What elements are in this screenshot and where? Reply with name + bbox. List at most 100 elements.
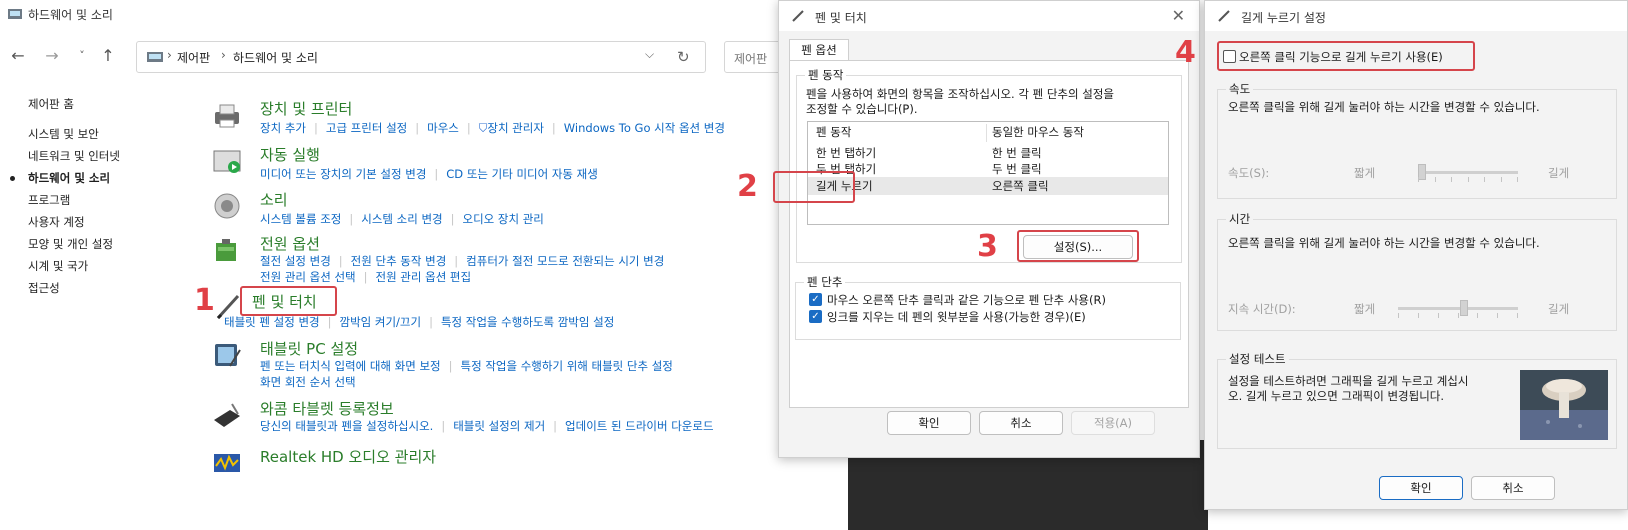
- short-label: 짧게: [1354, 302, 1376, 316]
- column-header-mouse[interactable]: 동일한 마우스 동작: [992, 124, 1084, 140]
- nav-ease-of-access[interactable]: 접근성: [28, 280, 60, 296]
- link-flicks-settings[interactable]: 특정 작업을 수행하도록 깜박임 설정: [441, 315, 614, 329]
- tab-pen-options[interactable]: 펜 옵션: [789, 39, 849, 61]
- link-sleep-settings[interactable]: 절전 설정 변경: [260, 254, 331, 268]
- slider-thumb[interactable]: [1460, 300, 1468, 316]
- category-links: 펜 또는 터치식 입력에 대해 화면 보정 | 특정 작업을 수행하기 위해 태블릿…: [260, 359, 673, 373]
- nav-appearance[interactable]: 모양 및 개인 설정: [28, 236, 113, 252]
- list-item-selected[interactable]: 길게 누르기 오른쪽 클릭: [808, 177, 1168, 195]
- annotation-box-3: [1017, 230, 1139, 262]
- link-sleep-timing[interactable]: 컴퓨터가 절전 모드로 전환되는 시기 변경: [466, 254, 664, 268]
- navigation-bar: ← → ˅ ↑ › 제어판 › 하드웨어 및 소리 ⌵ ↻ 제어판: [0, 38, 780, 74]
- category-title[interactable]: 태블릿 PC 설정: [260, 338, 358, 359]
- link-add-device[interactable]: 장치 추가: [260, 121, 306, 135]
- slider-tick: [1517, 177, 1518, 182]
- cancel-button[interactable]: 취소: [1471, 476, 1555, 500]
- annotation-box-1: [240, 286, 337, 316]
- category-title[interactable]: 장치 및 프린터: [260, 98, 352, 119]
- link-choose-power-plan[interactable]: 전원 관리 옵션 선택: [260, 270, 356, 284]
- forward-arrow-icon[interactable]: →: [42, 46, 62, 66]
- link-volume[interactable]: 시스템 볼륨 조정: [260, 212, 341, 226]
- category-links: 미디어 또는 장치의 기본 설정 변경 | CD 또는 기타 미디어 자동 재생: [260, 167, 598, 181]
- nav-system-security[interactable]: 시스템 및 보안: [28, 126, 99, 142]
- link-mouse[interactable]: 마우스: [427, 121, 459, 135]
- link-device-manager[interactable]: 장치 관리자: [487, 121, 544, 135]
- breadcrumb-control-panel[interactable]: 제어판: [177, 49, 210, 66]
- recent-chevron-icon[interactable]: ˅: [72, 46, 92, 66]
- category-realtek: Realtek HD 오디오 관리자: [212, 446, 780, 476]
- window-title: 하드웨어 및 소리: [28, 8, 113, 22]
- nav-user-accounts[interactable]: 사용자 계정: [28, 214, 85, 230]
- nav-programs[interactable]: 프로그램: [28, 192, 70, 208]
- link-windows-to-go[interactable]: Windows To Go 시작 옵션 변경: [564, 121, 725, 135]
- speed-slider[interactable]: [1418, 162, 1518, 184]
- control-panel-window: 하드웨어 및 소리 ← → ˅ ↑ › 제어판 › 하드웨어 및 소리 ⌵ ↻ …: [0, 0, 780, 530]
- category-title[interactable]: 자동 실행: [260, 144, 320, 165]
- description-line: 조정할 수 있습니다(P).: [806, 102, 918, 116]
- description-line: 펜을 사용하여 화면의 항목을 조작하십시오. 각 펜 단추의 설정을: [806, 87, 1114, 101]
- category-title[interactable]: 전원 옵션: [260, 233, 320, 254]
- slider-tick: [1468, 177, 1469, 182]
- printer-icon: [215, 104, 239, 128]
- autoplay-icon: [213, 150, 241, 173]
- group-speed: 속도 오른쪽 클릭을 위해 길게 눌러야 하는 시간을 변경할 수 있습니다. …: [1217, 81, 1617, 199]
- nav-hardware-sound[interactable]: 하드웨어 및 소리: [28, 170, 110, 186]
- category-sound: 소리 시스템 볼륨 조정 | 시스템 소리 변경 | 오디오 장치 관리: [212, 189, 780, 229]
- link-media-defaults[interactable]: 미디어 또는 장치의 기본 설정 변경: [260, 167, 426, 181]
- checkbox-label[interactable]: 잉크를 지우는 데 펜의 윗부분을 사용(가능한 경우)(E): [827, 309, 1086, 325]
- nav-network-internet[interactable]: 네트워크 및 인터넷: [28, 148, 120, 164]
- link-advanced-printer[interactable]: 고급 프린터 설정: [326, 121, 407, 135]
- group-test-settings: 설정 테스트 설정을 테스트하려면 그래픽을 길게 누르고 계십시 오. 길게 …: [1217, 351, 1617, 449]
- link-power-button[interactable]: 전원 단추 동작 변경: [351, 254, 447, 268]
- test-graphic[interactable]: [1520, 370, 1608, 440]
- mouse-action-cell: 한 번 클릭: [992, 146, 1042, 160]
- address-dropdown-icon[interactable]: ⌵: [645, 47, 654, 62]
- nav-control-panel-home[interactable]: 제어판 홈: [28, 96, 74, 112]
- pen-action-cell: 한 번 탭하기: [816, 146, 877, 160]
- link-tablet-buttons[interactable]: 특정 작업을 수행하기 위해 태블릿 단추 설정: [461, 359, 673, 373]
- link-remove-tablet[interactable]: 태블릿 설정의 제거: [453, 419, 545, 433]
- battery-plug-icon: [216, 239, 236, 261]
- refresh-icon[interactable]: ↻: [677, 48, 690, 66]
- slider-thumb[interactable]: [1418, 164, 1426, 180]
- link-tablet-pen-settings[interactable]: 태블릿 펜 설정 변경: [224, 315, 320, 329]
- link-audio-devices[interactable]: 오디오 장치 관리: [463, 212, 544, 226]
- cancel-button[interactable]: 취소: [979, 411, 1063, 435]
- link-edit-power-plan[interactable]: 전원 관리 옵션 편집: [375, 270, 471, 284]
- category-title[interactable]: Realtek HD 오디오 관리자: [260, 446, 436, 467]
- annotation-marker-2: 2: [737, 169, 758, 204]
- checkbox-label[interactable]: 마우스 오른쪽 단추 클릭과 같은 기능으로 펜 단추 사용(R): [827, 292, 1106, 308]
- checkbox-right-click-button[interactable]: ✓: [809, 293, 822, 306]
- category-title[interactable]: 소리: [260, 189, 288, 210]
- category-wacom: 와콤 타블렛 등록정보 당신의 태블릿과 펜을 설정하십시오. | 태블릿 설정의 …: [212, 398, 780, 438]
- back-arrow-icon[interactable]: ←: [8, 46, 28, 66]
- annotation-marker-1: 1: [194, 283, 215, 318]
- duration-slider[interactable]: [1398, 298, 1518, 320]
- ok-button[interactable]: 확인: [1379, 476, 1463, 500]
- up-arrow-icon[interactable]: ↑: [98, 46, 118, 66]
- breadcrumb-hardware-sound[interactable]: 하드웨어 및 소리: [233, 49, 318, 66]
- link-system-sounds[interactable]: 시스템 소리 변경: [361, 212, 442, 226]
- list-item[interactable]: 두 번 탭하기 두 번 클릭: [808, 160, 1168, 178]
- search-input[interactable]: 제어판: [724, 41, 780, 73]
- pen-actions-description: 펜을 사용하여 화면의 항목을 조작하십시오. 각 펜 단추의 설정을 조정할 …: [806, 87, 1114, 117]
- dialog-title-bar: 펜 및 터치 ✕: [779, 1, 1199, 31]
- pen-touch-dialog: 펜 및 터치 ✕ 펜 옵션 펜 동작 펜을 사용하여 화면의 항목을 조작하십시…: [737, 0, 1200, 458]
- category-title[interactable]: 와콤 타블렛 등록정보: [260, 398, 394, 419]
- close-icon[interactable]: ✕: [1172, 6, 1185, 25]
- address-bar[interactable]: › 제어판 › 하드웨어 및 소리 ⌵ ↻: [136, 41, 706, 73]
- ok-button[interactable]: 확인: [887, 411, 971, 435]
- link-rotation-order[interactable]: 화면 회전 순서 선택: [260, 375, 356, 389]
- link-setup-tablet[interactable]: 당신의 태블릿과 펜을 설정하십시오.: [260, 419, 433, 433]
- slider-tick: [1451, 177, 1452, 182]
- link-cd-autoplay[interactable]: CD 또는 기타 미디어 자동 재생: [446, 167, 598, 181]
- breadcrumb-separator: ›: [167, 48, 172, 62]
- checkbox-top-eraser[interactable]: ✓: [809, 310, 822, 323]
- apply-button[interactable]: 적용(A): [1071, 411, 1155, 435]
- link-download-driver[interactable]: 업데이트 된 드라이버 다운로드: [565, 419, 714, 433]
- link-flicks-toggle[interactable]: 깜박임 켜기/끄기: [339, 315, 421, 329]
- nav-clock-region[interactable]: 시계 및 국가: [28, 258, 88, 274]
- link-calibrate[interactable]: 펜 또는 터치식 입력에 대해 화면 보정: [260, 359, 441, 373]
- pen-actions-list[interactable]: 펜 동작 동일한 마우스 동작 한 번 탭하기 한 번 클릭 두 번 탭하기 두…: [807, 121, 1169, 225]
- column-header-action[interactable]: 펜 동작: [816, 124, 851, 140]
